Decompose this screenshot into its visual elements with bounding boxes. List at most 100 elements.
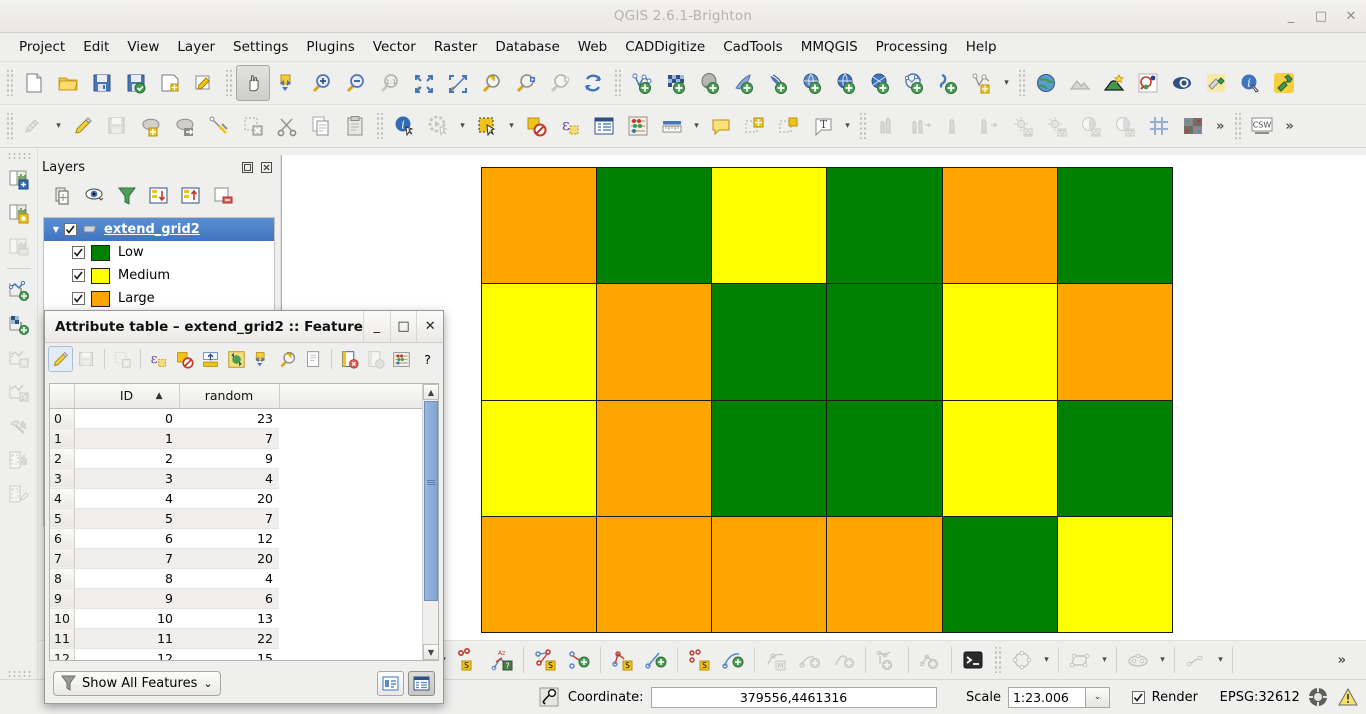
menu-project[interactable]: Project bbox=[10, 36, 74, 58]
table-row[interactable]: 11 11 22 bbox=[50, 628, 438, 649]
zoom-full-icon[interactable] bbox=[406, 65, 440, 101]
menu-edit[interactable]: Edit bbox=[74, 36, 118, 58]
menu-processing[interactable]: Processing bbox=[867, 36, 957, 58]
identify-features-icon[interactable]: i bbox=[387, 108, 421, 144]
layer-visibility-checkbox[interactable] bbox=[64, 223, 77, 236]
local-histogram-icon[interactable] bbox=[938, 108, 972, 144]
add-wms-layer-icon[interactable] bbox=[829, 65, 863, 101]
scroll-up-arrow-icon[interactable]: ▲ bbox=[423, 384, 438, 400]
cad-point-snap-icon[interactable]: S bbox=[451, 642, 485, 678]
table-row[interactable]: 996 bbox=[50, 588, 438, 609]
grid-cell-2-5[interactable] bbox=[1057, 400, 1172, 516]
table-row[interactable]: 10 10 13 bbox=[50, 608, 438, 629]
deselect-features-icon[interactable] bbox=[519, 108, 553, 144]
unselect-all-icon[interactable] bbox=[172, 346, 197, 372]
grid-cell-3-5[interactable] bbox=[1057, 516, 1172, 632]
new-print-composer-icon[interactable] bbox=[153, 65, 187, 101]
save-edits-icon[interactable] bbox=[74, 346, 99, 372]
zoom-in-icon[interactable] bbox=[304, 65, 338, 101]
run-feature-action-icon[interactable] bbox=[421, 108, 455, 144]
row-index-cell[interactable]: 2 bbox=[50, 448, 75, 469]
toolbar-grip[interactable] bbox=[5, 113, 14, 139]
new-map-note-icon[interactable] bbox=[704, 108, 738, 144]
move-annotation-icon[interactable] bbox=[772, 108, 806, 144]
add-wcs-layer-icon[interactable] bbox=[863, 65, 897, 101]
cad-polyline-snap-icon[interactable]: S bbox=[605, 642, 639, 678]
pan-to-selected-icon[interactable] bbox=[249, 346, 274, 372]
scale-dropdown-caret[interactable]: ⌄ bbox=[1085, 686, 1110, 708]
cell-id[interactable]: 3 bbox=[74, 468, 179, 489]
legend-visibility-checkbox[interactable] bbox=[72, 246, 85, 259]
add-spatialite-layer-icon[interactable] bbox=[727, 65, 761, 101]
invert-selection-icon[interactable] bbox=[224, 346, 249, 372]
row-index-cell[interactable]: 6 bbox=[50, 528, 75, 549]
select-region-edit-icon[interactable] bbox=[3, 477, 35, 511]
coordinate-capture-icon[interactable] bbox=[1142, 108, 1176, 144]
legend-item-medium[interactable]: Medium bbox=[44, 264, 274, 287]
add-feature-icon[interactable] bbox=[134, 108, 168, 144]
legend-item-low[interactable]: Low bbox=[44, 241, 274, 264]
grid-cell-2-3[interactable] bbox=[827, 400, 942, 516]
grid-cell-2-2[interactable] bbox=[712, 400, 827, 516]
close-icon[interactable] bbox=[258, 159, 274, 175]
menu-raster[interactable]: Raster bbox=[425, 36, 487, 58]
feature-filter-button[interactable]: Show All Features ⌄ bbox=[53, 670, 221, 696]
open-project-icon[interactable] bbox=[51, 65, 85, 101]
add-postgis-layer-icon[interactable] bbox=[693, 65, 727, 101]
chevron-down-icon[interactable]: ▾ bbox=[840, 108, 855, 144]
coordinate-input[interactable]: 379556,4461316 bbox=[650, 686, 937, 708]
cell-random[interactable]: 15 bbox=[179, 648, 279, 660]
add-oracle-layer-icon[interactable] bbox=[795, 65, 829, 101]
add-raster-layer-icon[interactable] bbox=[659, 65, 693, 101]
legend-visibility-checkbox[interactable] bbox=[72, 269, 85, 282]
save-project-icon[interactable] bbox=[85, 65, 119, 101]
attribute-table-maximize-button[interactable]: □ bbox=[389, 311, 417, 342]
scroll-down-arrow-icon[interactable]: ▼ bbox=[423, 644, 438, 660]
grid-cell-0-5[interactable] bbox=[1057, 168, 1172, 284]
column-header-random[interactable]: random bbox=[179, 384, 280, 409]
grid-cell-0-2[interactable] bbox=[712, 168, 827, 284]
db-manager-disabled-icon[interactable] bbox=[3, 230, 35, 264]
arc-tool-icon[interactable] bbox=[1179, 642, 1213, 678]
cell-id[interactable]: 6 bbox=[74, 528, 179, 549]
grid-cell-0-4[interactable] bbox=[942, 168, 1057, 284]
attribute-table-titlebar[interactable]: Attribute table – extend_grid2 :: Featur… bbox=[45, 311, 443, 343]
cell-random[interactable]: 20 bbox=[179, 548, 279, 569]
cad-curve-add-icon[interactable] bbox=[793, 642, 827, 678]
db-manager-settings-icon[interactable] bbox=[3, 196, 35, 230]
raster-dem-icon[interactable] bbox=[1063, 65, 1097, 101]
overflow-icon[interactable]: » bbox=[1332, 653, 1352, 668]
grid-cell-3-2[interactable] bbox=[712, 516, 827, 632]
terrain-profile-icon[interactable] bbox=[1097, 65, 1131, 101]
increase-contrast-icon[interactable] bbox=[1074, 108, 1108, 144]
paste-features-icon[interactable] bbox=[338, 108, 372, 144]
cad-node-add-icon[interactable] bbox=[913, 642, 947, 678]
collapse-all-icon[interactable] bbox=[176, 181, 206, 211]
chevron-down-icon[interactable]: ▾ bbox=[1155, 642, 1170, 678]
db-manager-icon[interactable] bbox=[3, 162, 35, 196]
add-delimited-text-layer-icon[interactable] bbox=[931, 65, 965, 101]
select-by-expression-icon[interactable]: ε bbox=[146, 346, 171, 372]
cell-random[interactable]: 4 bbox=[179, 568, 279, 589]
grid-cell-3-1[interactable] bbox=[597, 516, 712, 632]
close-button[interactable]: ✕ bbox=[1344, 10, 1358, 23]
cell-id[interactable]: 5 bbox=[74, 508, 179, 529]
select-features-icon[interactable] bbox=[470, 108, 504, 144]
current-edits-icon[interactable] bbox=[17, 108, 51, 144]
cell-random[interactable]: 12 bbox=[179, 528, 279, 549]
toolbar-grip[interactable] bbox=[6, 152, 31, 160]
toolbar-grip[interactable] bbox=[6, 670, 31, 678]
help-icon[interactable]: ? bbox=[415, 346, 440, 372]
row-index-cell[interactable]: 4 bbox=[50, 488, 75, 509]
row-index-cell[interactable]: 10 bbox=[50, 608, 75, 629]
zoom-to-layer-icon[interactable] bbox=[440, 65, 474, 101]
edit-line-pencil-icon[interactable] bbox=[3, 375, 35, 409]
zoom-to-selected-icon[interactable] bbox=[275, 346, 300, 372]
menu-mmqgis[interactable]: MMQGIS bbox=[792, 36, 867, 58]
grid-cell-1-0[interactable] bbox=[482, 284, 597, 400]
coordinate-toggle-icon[interactable] bbox=[538, 685, 561, 709]
row-index-cell[interactable]: 1 bbox=[50, 428, 75, 449]
cell-random[interactable]: 22 bbox=[179, 628, 279, 649]
menu-view[interactable]: View bbox=[118, 36, 168, 58]
toolbar-grip[interactable] bbox=[224, 70, 233, 96]
